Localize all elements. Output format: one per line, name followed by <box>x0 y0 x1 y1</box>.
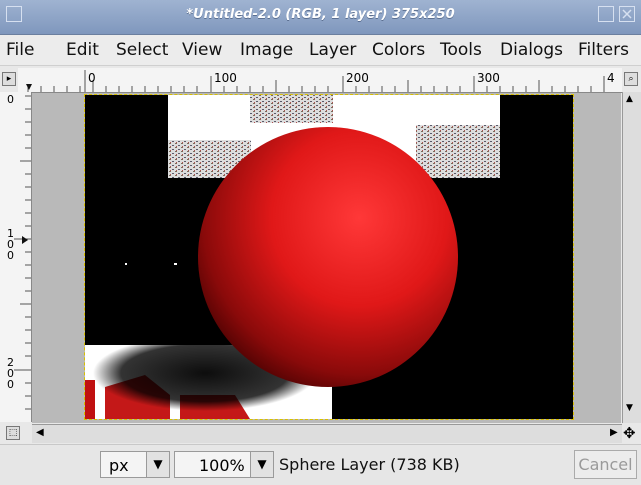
window-title: *Untitled-2.0 (RGB, 1 layer) 375x250 <box>186 7 455 22</box>
zoom-select[interactable]: 100% ▼ <box>174 451 274 478</box>
menu-image[interactable]: Image <box>240 40 293 60</box>
menu-bar: File Edit Select View Image Layer Colors… <box>0 35 641 66</box>
menu-select[interactable]: Select <box>116 40 168 60</box>
menu-colors[interactable]: Colors <box>372 40 425 60</box>
horizontal-ruler: 0 100 200 300 4 <box>18 68 622 93</box>
scroll-up-icon[interactable]: ▲ <box>626 94 633 104</box>
hruler-label-400: 4 <box>607 71 615 85</box>
vruler-label-100: 1 0 0 <box>7 227 14 262</box>
vertical-scrollbar[interactable]: ▲ ▼ <box>622 92 641 423</box>
status-message: Sphere Layer (738 KB) <box>279 455 460 474</box>
canvas-area[interactable] <box>32 93 621 423</box>
menu-dialogs[interactable]: Dialogs <box>500 40 563 60</box>
unit-select[interactable]: px ▼ <box>100 451 170 478</box>
title-bar: *Untitled-2.0 (RGB, 1 layer) 375x250 <box>0 0 641 35</box>
scroll-down-icon[interactable]: ▼ <box>626 403 633 413</box>
menu-layer[interactable]: Layer <box>309 40 356 60</box>
hruler-label-200: 200 <box>346 71 369 85</box>
image-canvas[interactable] <box>84 94 574 420</box>
vruler-label-0: 0 <box>7 93 14 106</box>
scroll-left-icon[interactable]: ◀ <box>36 427 44 438</box>
scroll-right-icon[interactable]: ▶ <box>610 427 618 438</box>
zoom-dropdown-icon[interactable]: ▼ <box>250 452 273 477</box>
vruler-label-200: 2 0 0 <box>7 356 14 391</box>
menu-edit[interactable]: Edit <box>66 40 99 60</box>
menu-filters[interactable]: Filters <box>578 40 629 60</box>
status-bar: px ▼ 100% ▼ Sphere Layer (738 KB) Cancel <box>0 444 641 485</box>
horizontal-scrollbar[interactable]: ◀ ▶ <box>32 424 622 443</box>
close-icon[interactable] <box>619 6 635 22</box>
zoom-value: 100% <box>199 456 245 475</box>
menu-file[interactable]: File <box>6 40 34 60</box>
hruler-label-100: 100 <box>214 71 237 85</box>
menu-view[interactable]: View <box>182 40 222 60</box>
quick-mask-icon[interactable]: ⬚ <box>6 426 20 440</box>
cancel-button[interactable]: Cancel <box>574 450 637 479</box>
unit-value: px <box>109 456 129 475</box>
zoom-icon[interactable]: ⌕ <box>624 72 638 86</box>
ruler-menu-icon[interactable]: ▸ <box>2 72 16 86</box>
minimize-icon[interactable] <box>598 6 614 22</box>
menu-tools[interactable]: Tools <box>440 40 482 60</box>
navigate-icon[interactable]: ✥ <box>623 424 636 442</box>
unit-dropdown-icon[interactable]: ▼ <box>146 452 169 477</box>
hruler-label-0: 0 <box>88 71 96 85</box>
vertical-ruler: 0 1 0 0 2 0 0 <box>0 92 32 422</box>
hruler-label-300: 300 <box>477 71 500 85</box>
